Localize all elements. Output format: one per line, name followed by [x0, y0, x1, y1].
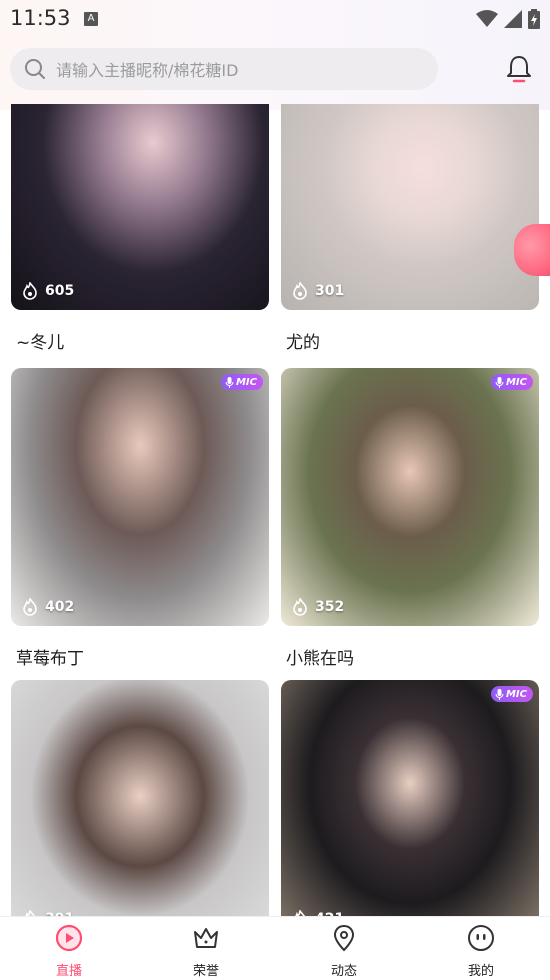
streamer-name: 小熊在吗 — [286, 649, 354, 669]
tab-label: 直播 — [55, 964, 82, 979]
streamer-name: ~冬儿 — [16, 333, 65, 353]
stream-thumbnail[interactable]: MIC 402 — [11, 368, 269, 626]
mic-badge: MIC — [490, 374, 533, 390]
status-icons — [476, 9, 540, 29]
viewer-count-value: 605 — [45, 283, 75, 299]
microphone-icon — [495, 376, 504, 388]
microphone-icon — [225, 376, 234, 388]
status-time: 11:53 — [10, 6, 71, 30]
crown-icon — [194, 928, 218, 948]
tab-label: 动态 — [330, 964, 357, 979]
viewer-count: 301 — [291, 282, 344, 300]
wifi-icon — [476, 10, 498, 27]
notification-bell-icon[interactable] — [505, 54, 533, 84]
profile-icon — [468, 925, 494, 951]
viewer-count: 605 — [21, 282, 74, 300]
live-icon — [55, 924, 83, 952]
heat-icon — [23, 282, 37, 300]
viewer-count-value: 402 — [45, 599, 75, 615]
search-input[interactable] — [54, 48, 428, 92]
tab-label: 我的 — [467, 964, 494, 979]
mic-badge: MIC — [490, 686, 533, 702]
viewer-count: 402 — [21, 598, 74, 616]
tab-mine[interactable]: 我的 — [436, 923, 526, 979]
viewer-count-value: 301 — [315, 283, 345, 299]
stream-thumbnail[interactable]: MIC 421 — [281, 680, 539, 916]
tab-moments[interactable]: 动态 — [299, 923, 389, 979]
mic-badge: MIC — [220, 374, 263, 390]
tab-honor[interactable]: 荣誉 — [161, 923, 251, 979]
tab-live[interactable]: 直播 — [24, 923, 114, 979]
viewer-count: 352 — [291, 598, 344, 616]
heat-icon — [293, 598, 307, 616]
location-pin-icon — [333, 924, 355, 952]
heat-icon — [293, 282, 307, 300]
search-bar[interactable] — [10, 48, 438, 92]
keyboard-a-icon: A — [84, 12, 98, 26]
status-bar: 11:53 A — [0, 0, 550, 38]
tab-label: 荣誉 — [192, 964, 219, 979]
stream-thumbnail[interactable]: 391 — [11, 680, 269, 916]
stream-thumbnail[interactable]: MIC 352 — [281, 368, 539, 626]
battery-icon — [528, 9, 540, 29]
streamer-name: 尤的 — [286, 333, 320, 353]
floating-mascot-icon[interactable] — [514, 224, 550, 276]
signal-icon — [504, 10, 522, 28]
streamer-name: 草莓布丁 — [16, 649, 84, 669]
bottom-tab-bar: 直播 荣誉 动态 我的 — [0, 916, 550, 980]
live-feed-grid: 605 ~冬儿 301 尤的 MIC 402 草莓布丁 MIC 352 小熊在吗… — [0, 104, 550, 916]
viewer-count-value: 352 — [315, 599, 345, 615]
microphone-icon — [495, 688, 504, 700]
search-icon — [25, 59, 45, 79]
stream-thumbnail[interactable]: 301 — [281, 104, 539, 310]
stream-thumbnail[interactable]: 605 — [11, 104, 269, 310]
heat-icon — [23, 598, 37, 616]
